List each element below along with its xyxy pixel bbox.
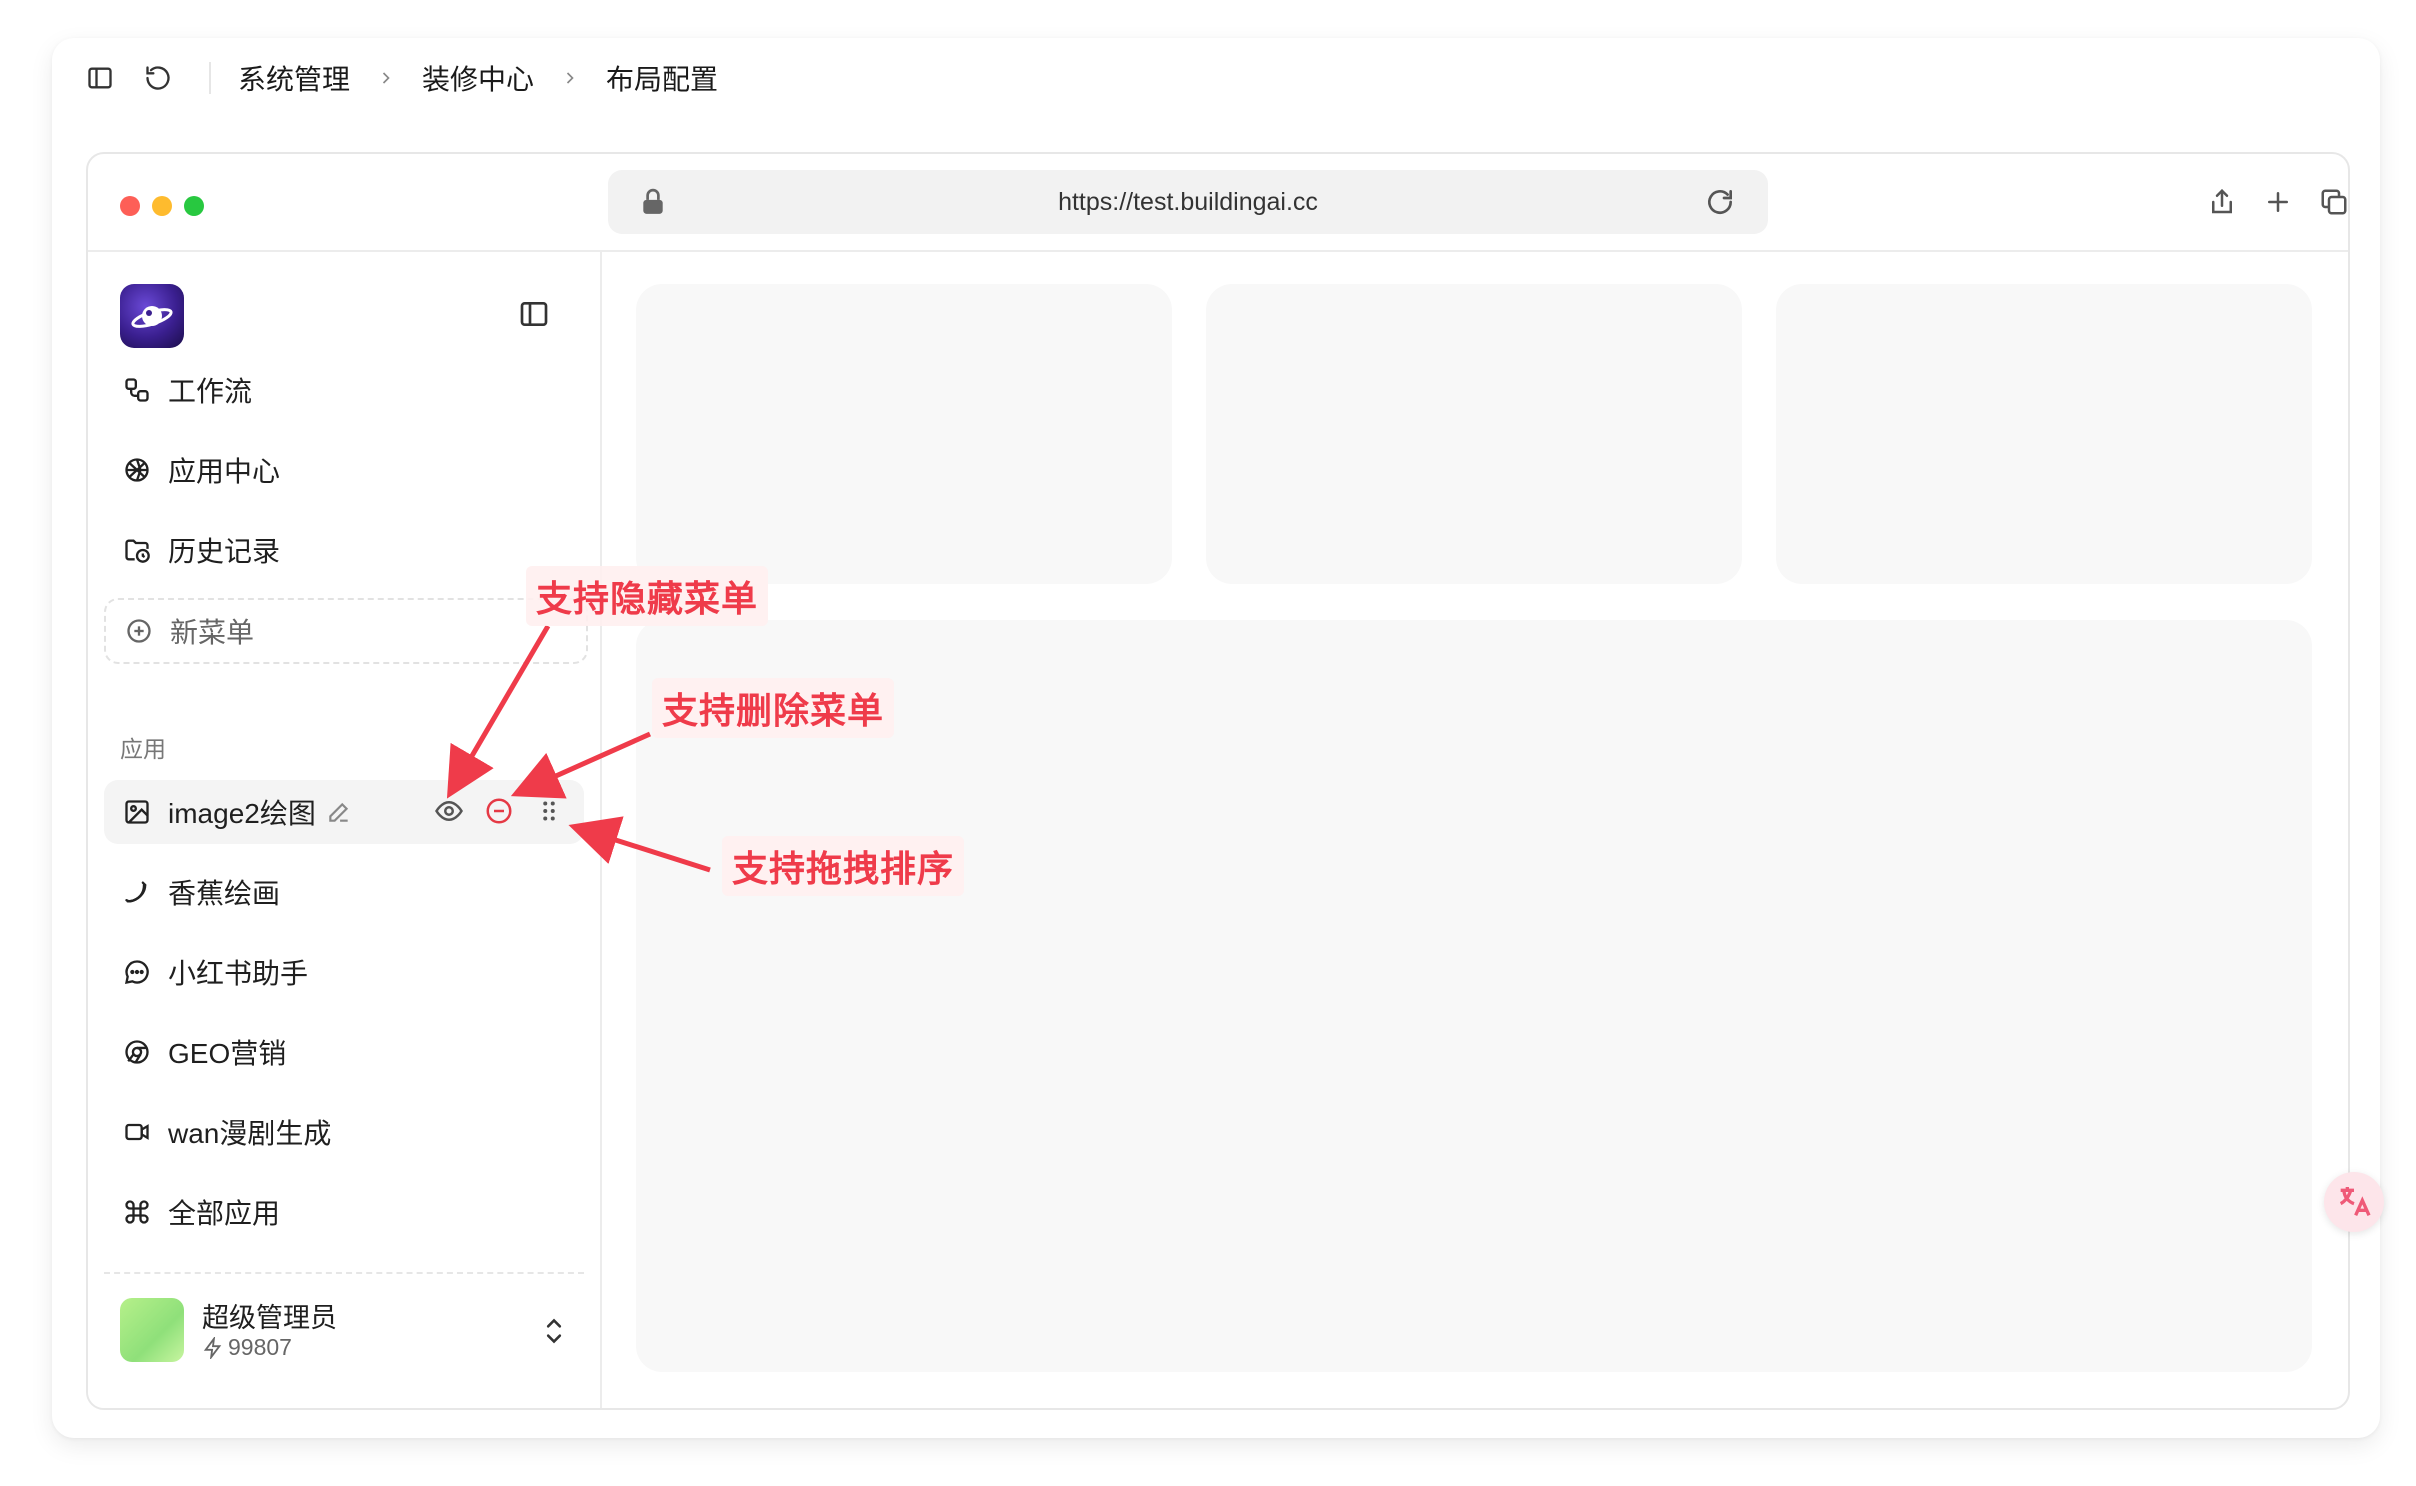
- sidebar-item-label: 工作流: [168, 376, 253, 407]
- sidebar-item-workflow[interactable]: 工作流: [104, 358, 584, 422]
- chat-bubble-icon: [120, 955, 154, 989]
- sidebar-item-geo[interactable]: GEO营销: [104, 1020, 584, 1084]
- new-menu-label: 新菜单: [170, 617, 255, 648]
- breadcrumb-item-system[interactable]: 系统管理: [238, 58, 350, 98]
- chevron-right-icon: [560, 68, 580, 88]
- section-label-apps: 应用: [120, 736, 166, 762]
- planet-logo-icon: [131, 306, 173, 328]
- sidebar-item-label: wan漫剧生成: [168, 1118, 332, 1149]
- app-window: 系统管理 装修中心 布局配置 https://test.buildingai.c…: [52, 38, 2380, 1438]
- browser-preview: https://test.buildingai.cc 工作流 应用中心 历史记录…: [86, 152, 2350, 1410]
- sidebar-item-label: 历史记录: [168, 536, 281, 567]
- refresh-icon[interactable]: [140, 60, 176, 96]
- share-icon[interactable]: [2204, 184, 2240, 220]
- video-camera-icon: [120, 1115, 154, 1149]
- sidebar-item-xiaohongshu[interactable]: 小红书助手: [104, 940, 584, 1004]
- user-profile[interactable]: 超级管理员 99807: [120, 1296, 580, 1366]
- sidebar-item-label: GEO营销: [168, 1038, 287, 1069]
- new-menu-button[interactable]: 新菜单: [104, 598, 588, 664]
- chevron-right-icon: [376, 68, 396, 88]
- plus-icon[interactable]: [2260, 184, 2296, 220]
- reload-icon[interactable]: [1704, 186, 1736, 218]
- lightning-icon: [202, 1336, 224, 1359]
- placeholder-card-3: [1776, 284, 2312, 584]
- sidebar-item-label: 香蕉绘画: [168, 878, 281, 909]
- command-icon: [120, 1195, 154, 1229]
- annotation-drag-sort: 支持拖拽排序: [722, 836, 965, 896]
- plus-circle-icon: [122, 614, 156, 648]
- window-maximize-dot: [184, 196, 204, 216]
- avatar: [120, 1298, 184, 1362]
- sidebar-collapse-icon[interactable]: [518, 298, 554, 334]
- window-close-dot: [120, 196, 140, 216]
- sidebar-item-image2[interactable]: image2绘图: [104, 780, 584, 844]
- url-bar[interactable]: https://test.buildingai.cc: [608, 170, 1768, 234]
- window-minimize-dot: [152, 196, 172, 216]
- sidebar-item-app-center[interactable]: 应用中心: [104, 438, 584, 502]
- edit-pencil-icon[interactable]: [326, 798, 354, 826]
- sidebar-toggle-icon[interactable]: [82, 60, 118, 96]
- banana-icon: [120, 875, 154, 909]
- sidebar-divider: [104, 1272, 584, 1274]
- sidebar-item-label: 应用中心: [168, 456, 281, 487]
- app-center-icon: [120, 453, 154, 487]
- sidebar-item-history[interactable]: 历史记录: [104, 518, 584, 582]
- sidebar: 工作流 应用中心 历史记录 新菜单 应用 image2绘图 香蕉绘画 小红书助手…: [88, 252, 602, 1408]
- tabs-copy-icon[interactable]: [2316, 184, 2348, 220]
- app-logo[interactable]: [120, 284, 184, 348]
- workflow-icon: [120, 373, 154, 407]
- row-actions: [432, 794, 566, 828]
- top-divider: [209, 62, 211, 94]
- annotation-delete-menu: 支持删除菜单: [652, 678, 895, 738]
- history-folder-icon: [120, 533, 154, 567]
- image-icon: [120, 795, 154, 829]
- sidebar-item-wan[interactable]: wan漫剧生成: [104, 1100, 584, 1164]
- credits-value: 99807: [228, 1334, 292, 1360]
- placeholder-card-2: [1206, 284, 1742, 584]
- sidebar-item-label: image2绘图: [168, 798, 316, 829]
- top-bar: 系统管理 装修中心 布局配置: [52, 38, 2380, 118]
- annotation-hide-menu: 支持隐藏菜单: [526, 566, 769, 626]
- url-text: https://test.buildingai.cc: [1058, 188, 1318, 216]
- chevron-up-down-icon[interactable]: [540, 1314, 570, 1348]
- translate-icon: [2339, 1187, 2371, 1217]
- eye-icon[interactable]: [432, 794, 466, 828]
- sidebar-item-label: 小红书助手: [168, 958, 309, 989]
- user-name: 超级管理员: [202, 1303, 337, 1333]
- sidebar-item-banana[interactable]: 香蕉绘画: [104, 860, 584, 924]
- minus-circle-icon[interactable]: [482, 794, 516, 828]
- user-credits: 99807: [202, 1334, 292, 1361]
- sidebar-item-all-apps[interactable]: 全部应用: [104, 1180, 584, 1244]
- sidebar-item-label: 全部应用: [168, 1198, 281, 1229]
- chrome-icon: [120, 1035, 154, 1069]
- breadcrumb-item-decoration[interactable]: 装修中心: [422, 58, 534, 98]
- browser-toolbar: https://test.buildingai.cc: [88, 154, 2348, 252]
- breadcrumb-item-layout: 布局配置: [606, 64, 719, 95]
- translate-float-button[interactable]: [2324, 1172, 2384, 1232]
- drag-handle-icon[interactable]: [532, 794, 566, 828]
- placeholder-card-1: [636, 284, 1172, 584]
- breadcrumb: 系统管理 装修中心 布局配置: [238, 58, 718, 98]
